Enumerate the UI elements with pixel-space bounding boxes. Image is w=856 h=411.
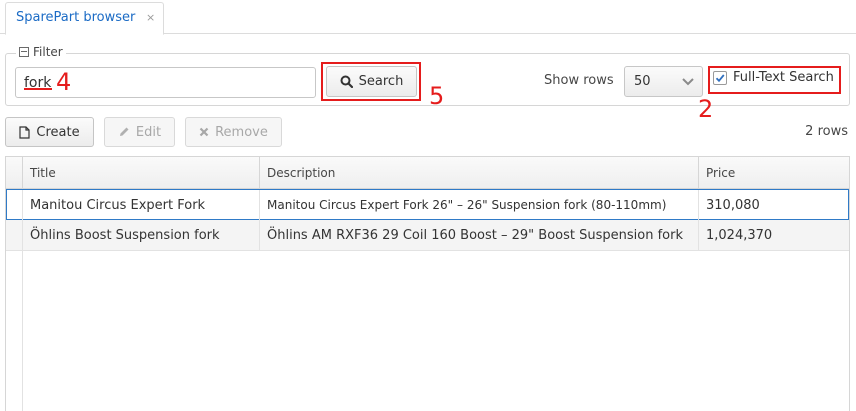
annotation-2: 2 [698, 95, 714, 123]
row-selector[interactable] [6, 220, 23, 250]
rows-select-value: 50 [634, 74, 651, 89]
remove-icon [199, 127, 209, 137]
annotation-5: 5 [429, 82, 445, 110]
edit-button[interactable]: Edit [104, 117, 175, 147]
pencil-icon [119, 127, 129, 136]
annotation-underline [24, 88, 52, 90]
table-header: Title Description Price [6, 157, 849, 189]
remove-label: Remove [215, 124, 268, 140]
cell-title: Öhlins Boost Suspension fork [22, 220, 259, 250]
cell-title: Manitou Circus Expert Fork [22, 190, 259, 220]
row-count: 2 rows [805, 124, 848, 139]
collapse-icon[interactable] [19, 47, 29, 57]
column-header-price[interactable]: Price [698, 157, 849, 189]
create-label: Create [36, 124, 80, 140]
annotation-4: 4 [56, 68, 72, 96]
annotation-box-search [321, 62, 421, 101]
chevron-down-icon [682, 78, 694, 86]
show-rows-label: Show rows [544, 73, 614, 88]
column-divider [22, 251, 23, 411]
filter-legend-label: Filter [33, 45, 63, 59]
tab-bar: SparePart browser × [0, 0, 856, 35]
file-icon [19, 125, 30, 139]
edit-label: Edit [135, 124, 162, 140]
close-icon[interactable]: × [146, 11, 155, 24]
cell-price: 310,080 [698, 190, 848, 220]
remove-button[interactable]: Remove [185, 117, 282, 147]
cell-description: Öhlins AM RXF36 29 Coil 160 Boost – 29" … [259, 220, 698, 250]
tab-label: SparePart browser [16, 10, 136, 25]
table-row[interactable]: Manitou Circus Expert Fork Manitou Circu… [6, 189, 849, 220]
rows-per-page-select[interactable]: 50 [624, 66, 703, 97]
column-header-title[interactable]: Title [22, 157, 259, 189]
cell-price: 1,024,370 [698, 220, 849, 250]
create-button[interactable]: Create [5, 117, 94, 147]
table-row[interactable]: Öhlins Boost Suspension fork Öhlins AM R… [6, 220, 849, 251]
annotation-box-fulltext [708, 66, 841, 94]
spareparts-table: Title Description Price Manitou Circus E… [5, 156, 850, 411]
tab-sparepart-browser[interactable]: SparePart browser × [5, 2, 164, 35]
filter-legend[interactable]: Filter [16, 45, 66, 59]
column-header-description[interactable]: Description [259, 157, 698, 189]
cell-description: Manitou Circus Expert Fork 26" – 26" Sus… [259, 190, 698, 220]
